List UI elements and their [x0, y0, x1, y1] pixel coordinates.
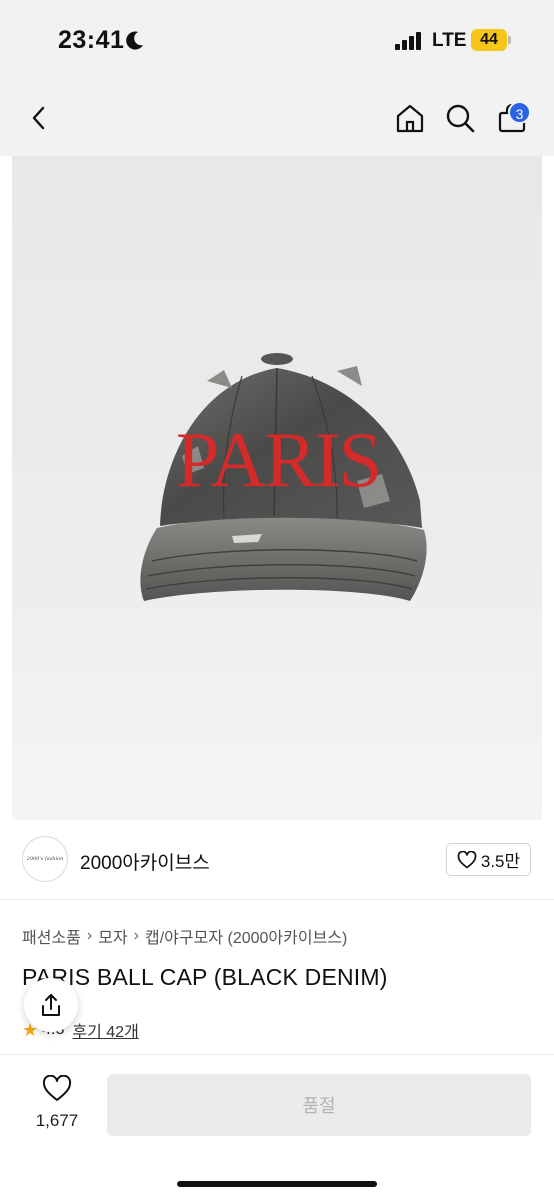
brand-name[interactable]: 2000아카이브스: [80, 848, 210, 875]
chevron-right-icon: ›: [133, 927, 139, 944]
heart-icon: [457, 850, 477, 868]
home-icon[interactable]: [392, 100, 428, 136]
status-bar: 23:41 LTE 44: [0, 0, 554, 80]
review-link[interactable]: 후기 42개: [72, 1018, 138, 1042]
brand-logo-text: 2000's fashion: [26, 856, 64, 862]
breadcrumb-item[interactable]: 패션소품: [22, 924, 81, 948]
battery-indicator: 44: [471, 29, 507, 51]
cap-embroidery-text: PARIS: [176, 416, 380, 503]
sold-out-button[interactable]: 품절: [107, 1074, 531, 1136]
product-info: 2000's fashion 2000아카이브스 3.5만 패션소품 › 모자 …: [0, 820, 554, 1200]
bottom-action-bar: 1,677 품절: [0, 1054, 554, 1200]
back-icon[interactable]: [22, 100, 58, 136]
breadcrumb-item[interactable]: 모자: [98, 924, 127, 948]
share-button[interactable]: [24, 978, 78, 1032]
product-image[interactable]: PARIS: [12, 156, 542, 820]
brand-row: 2000's fashion 2000아카이브스 3.5만: [0, 820, 554, 900]
chevron-right-icon: ›: [86, 927, 93, 944]
network-type: LTE: [432, 30, 467, 51]
share-icon: [42, 994, 60, 1016]
top-nav: [0, 80, 554, 156]
signal-icon: [395, 32, 425, 50]
breadcrumb: 패션소품 › 모자 › 캡/야구모자 (2000아카이브스): [22, 924, 347, 948]
cart-count-badge: 3: [508, 101, 531, 124]
breadcrumb-item[interactable]: 캡/야구모자 (2000아카이브스): [145, 924, 347, 948]
brand-logo[interactable]: 2000's fashion: [22, 836, 68, 882]
brand-like-count: 3.5만: [480, 852, 521, 871]
brand-like-button[interactable]: 3.5만: [446, 843, 531, 876]
search-icon[interactable]: [442, 100, 478, 136]
heart-icon: [42, 1074, 72, 1101]
wish-button[interactable]: 1,677: [30, 1074, 84, 1131]
moon-icon: [126, 30, 144, 55]
home-indicator[interactable]: [177, 1181, 377, 1187]
cap-illustration: PARIS: [140, 353, 427, 601]
product-title: PARIS BALL CAP (BLACK DENIM): [22, 964, 388, 990]
wish-count: 1,677: [35, 1111, 79, 1130]
battery-cap: [508, 36, 511, 44]
status-time: 23:41: [58, 26, 125, 54]
